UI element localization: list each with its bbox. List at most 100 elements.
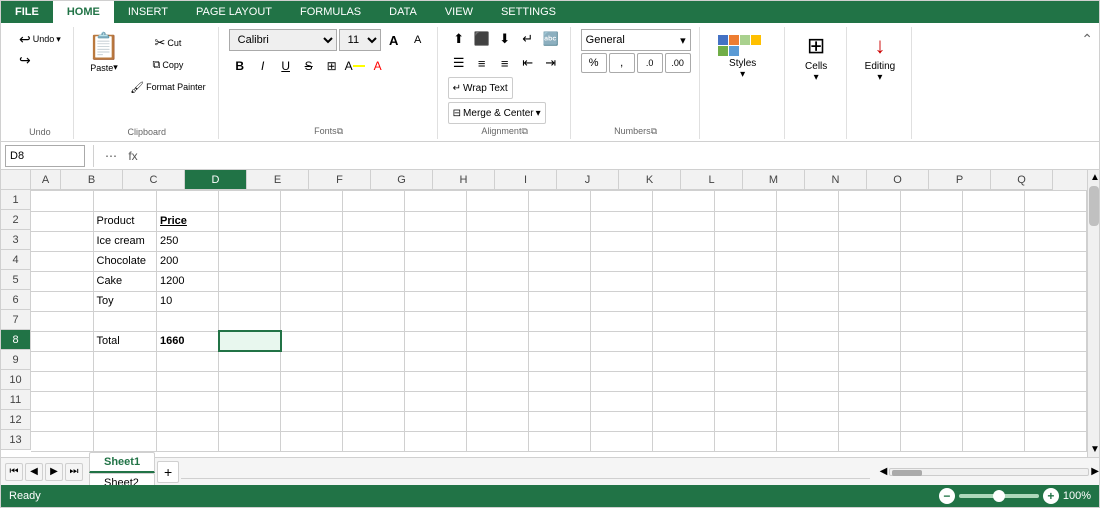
cell-7-15[interactable] — [963, 311, 1025, 331]
cell-11-7[interactable] — [467, 391, 529, 411]
copy-button[interactable]: ⧉ Copy — [126, 55, 210, 75]
cell-5-0[interactable] — [31, 271, 93, 291]
formula-input[interactable] — [146, 150, 1099, 162]
cell-8-0[interactable] — [31, 331, 93, 351]
cell-11-14[interactable] — [901, 391, 963, 411]
cell-8-15[interactable] — [963, 331, 1025, 351]
cell-12-12[interactable] — [777, 411, 839, 431]
cell-11-13[interactable] — [839, 391, 901, 411]
cell-6-2[interactable]: 10 — [157, 291, 219, 311]
cell-6-8[interactable] — [529, 291, 591, 311]
cell-9-2[interactable] — [157, 351, 219, 371]
align-left-button[interactable]: ☰ — [448, 53, 470, 73]
cell-4-10[interactable] — [653, 251, 715, 271]
cell-4-5[interactable] — [343, 251, 405, 271]
cell-2-16[interactable] — [1025, 211, 1087, 231]
cell-13-8[interactable] — [529, 431, 591, 451]
cell-4-13[interactable] — [839, 251, 901, 271]
cell-2-7[interactable] — [467, 211, 529, 231]
cell-13-7[interactable] — [467, 431, 529, 451]
cell-12-8[interactable] — [529, 411, 591, 431]
bold-button[interactable]: B — [229, 55, 251, 77]
cell-4-0[interactable] — [31, 251, 93, 271]
cell-8-3[interactable] — [219, 331, 281, 351]
cell-12-2[interactable] — [157, 411, 219, 431]
cell-13-16[interactable] — [1025, 431, 1087, 451]
cell-13-6[interactable] — [405, 431, 467, 451]
col-header-J[interactable]: J — [557, 170, 619, 190]
cell-9-1[interactable] — [93, 351, 157, 371]
cell-1-15[interactable] — [963, 191, 1025, 211]
cell-6-14[interactable] — [901, 291, 963, 311]
cell-10-6[interactable] — [405, 371, 467, 391]
cell-6-15[interactable] — [963, 291, 1025, 311]
cell-7-13[interactable] — [839, 311, 901, 331]
cell-1-0[interactable] — [31, 191, 93, 211]
cell-1-11[interactable] — [715, 191, 777, 211]
cell-1-4[interactable] — [281, 191, 343, 211]
comma-button[interactable]: , — [609, 53, 635, 73]
cell-6-1[interactable]: Toy — [93, 291, 157, 311]
italic-button[interactable]: I — [252, 55, 274, 77]
cell-3-3[interactable] — [219, 231, 281, 251]
cell-4-16[interactable] — [1025, 251, 1087, 271]
col-header-A[interactable]: A — [31, 170, 61, 190]
cell-7-16[interactable] — [1025, 311, 1087, 331]
cell-1-13[interactable] — [839, 191, 901, 211]
cell-8-1[interactable]: Total — [93, 331, 157, 351]
cell-2-13[interactable] — [839, 211, 901, 231]
cell-3-7[interactable] — [467, 231, 529, 251]
merge-center-button[interactable]: ⊟ Merge & Center ▾ — [448, 102, 546, 124]
hscroll-left[interactable]: ◀ — [880, 466, 888, 477]
cell-4-14[interactable] — [901, 251, 963, 271]
number-format-dropdown[interactable]: General ▾ — [581, 29, 691, 51]
wrap-text-button[interactable]: ↵ Wrap Text — [448, 77, 513, 99]
cell-1-6[interactable] — [405, 191, 467, 211]
undo-button[interactable]: ↩ Undo ▾ — [15, 29, 65, 49]
cell-5-9[interactable] — [591, 271, 653, 291]
cell-9-15[interactable] — [963, 351, 1025, 371]
increase-font-size-button[interactable]: A — [383, 29, 405, 51]
cell-7-12[interactable] — [777, 311, 839, 331]
cell-12-1[interactable] — [93, 411, 157, 431]
cell-12-9[interactable] — [591, 411, 653, 431]
row-header-13[interactable]: 13 — [1, 430, 31, 450]
cell-13-14[interactable] — [901, 431, 963, 451]
cell-7-6[interactable] — [405, 311, 467, 331]
cell-5-6[interactable] — [405, 271, 467, 291]
cell-9-16[interactable] — [1025, 351, 1087, 371]
horizontal-scrollbar[interactable] — [889, 468, 1089, 476]
vertical-scrollbar[interactable]: ▲ ▼ — [1087, 170, 1099, 457]
wrap-text-icon-button[interactable]: ↵ — [517, 29, 539, 49]
cell-12-5[interactable] — [343, 411, 405, 431]
zoom-out-button[interactable]: − — [939, 488, 955, 504]
hscroll-thumb[interactable] — [892, 470, 922, 476]
cut-button[interactable]: ✂ Cut — [126, 33, 210, 53]
cell-8-8[interactable] — [529, 331, 591, 351]
cell-6-6[interactable] — [405, 291, 467, 311]
function-icon[interactable]: fx — [124, 147, 142, 165]
increase-decimal-button[interactable]: .0 — [637, 53, 663, 73]
cell-8-13[interactable] — [839, 331, 901, 351]
collapse-ribbon-button[interactable]: ⌃ — [1081, 27, 1093, 139]
cell-11-15[interactable] — [963, 391, 1025, 411]
cell-13-2[interactable] — [157, 431, 219, 451]
row-header-4[interactable]: 4 — [1, 250, 31, 270]
cell-2-15[interactable] — [963, 211, 1025, 231]
cell-3-16[interactable] — [1025, 231, 1087, 251]
cell-1-10[interactable] — [653, 191, 715, 211]
format-painter-button[interactable]: 🖌 Format Painter — [126, 77, 210, 97]
col-header-E[interactable]: E — [247, 170, 309, 190]
cell-13-11[interactable] — [715, 431, 777, 451]
cell-8-9[interactable] — [591, 331, 653, 351]
cell-3-13[interactable] — [839, 231, 901, 251]
tab-data[interactable]: DATA — [375, 1, 431, 23]
cell-11-11[interactable] — [715, 391, 777, 411]
col-header-C[interactable]: C — [123, 170, 185, 190]
increase-indent-button[interactable]: ⇥ — [540, 53, 562, 73]
cell-4-9[interactable] — [591, 251, 653, 271]
row-header-12[interactable]: 12 — [1, 410, 31, 430]
editing-button[interactable]: ↓ Editing ▾ — [857, 29, 904, 87]
cell-11-4[interactable] — [281, 391, 343, 411]
cell-1-9[interactable] — [591, 191, 653, 211]
